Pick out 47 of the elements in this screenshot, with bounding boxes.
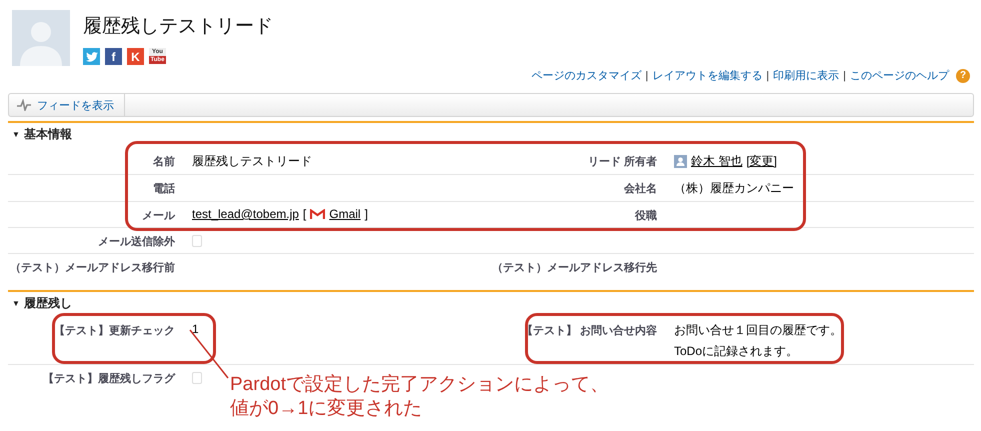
gmail-link[interactable]: Gmail (329, 207, 361, 221)
mail-icon (310, 208, 326, 220)
field-label: （テスト）メールアドレス移行前 (9, 260, 175, 276)
field-label: 名前 (152, 154, 175, 170)
field-value: 1 (192, 322, 200, 336)
section-title: 履歴残し (24, 295, 72, 312)
field-value: ToDoに記録されます。 (674, 343, 800, 360)
field-label: 【テスト】履歴残しフラグ (42, 372, 175, 387)
field-value: お問い合せ１回目の履歴です。 (674, 322, 843, 339)
user-icon (674, 155, 687, 168)
field-label: （テスト）メールアドレス移行先 (491, 260, 657, 276)
bracket: [ (302, 207, 306, 221)
checkbox[interactable] (192, 235, 202, 247)
field-label: 役職 (634, 208, 657, 224)
field-value: 履歴残しテストリード (192, 153, 313, 170)
annotation-text: Pardotで設定した完了アクションによって、 (230, 373, 609, 397)
bracket: ] (364, 207, 368, 221)
field-label: 会社名 (623, 182, 657, 197)
avatar-icon (12, 10, 70, 66)
section-title: 基本情報 (24, 126, 72, 143)
header-link[interactable]: 印刷用に表示 (773, 68, 840, 83)
pulse-icon (17, 99, 31, 111)
field-label: 【テスト】 お問い合せ内容 (520, 324, 657, 339)
header-link[interactable]: このページのヘルプ (850, 68, 949, 83)
record-title: 履歴残しテストリード (83, 15, 273, 39)
separator: | (766, 70, 770, 82)
field-label: 【テスト】更新チェック (53, 324, 175, 339)
change-link[interactable]: [変更] (746, 153, 778, 170)
show-feed-button[interactable]: フィードを表示 (9, 94, 125, 116)
field-label: 電話 (152, 182, 175, 197)
email-link[interactable]: test_lead@tobem.jp (192, 207, 299, 221)
header-link[interactable]: ページのカスタマイズ (531, 68, 642, 83)
field-label: メール (141, 209, 175, 224)
field-label: リード 所有者 (586, 154, 657, 170)
separator: | (843, 70, 846, 82)
header-link[interactable]: レイアウトを編集する (652, 68, 762, 83)
field-value: （株）履歴カンパニー (674, 180, 795, 197)
separator: | (645, 70, 648, 82)
collapse-icon[interactable]: ▼ (12, 299, 20, 308)
field-label: メール送信除外 (97, 234, 175, 250)
checkbox[interactable] (192, 372, 202, 384)
collapse-icon[interactable]: ▼ (12, 130, 20, 139)
letter-icon[interactable]: K (127, 48, 144, 65)
bird-icon[interactable] (83, 48, 100, 65)
annotation-text: 値が0→1に変更された (230, 397, 424, 421)
owner-link[interactable]: 鈴木 智也 (691, 153, 742, 170)
letter-icon[interactable]: f (105, 48, 122, 65)
